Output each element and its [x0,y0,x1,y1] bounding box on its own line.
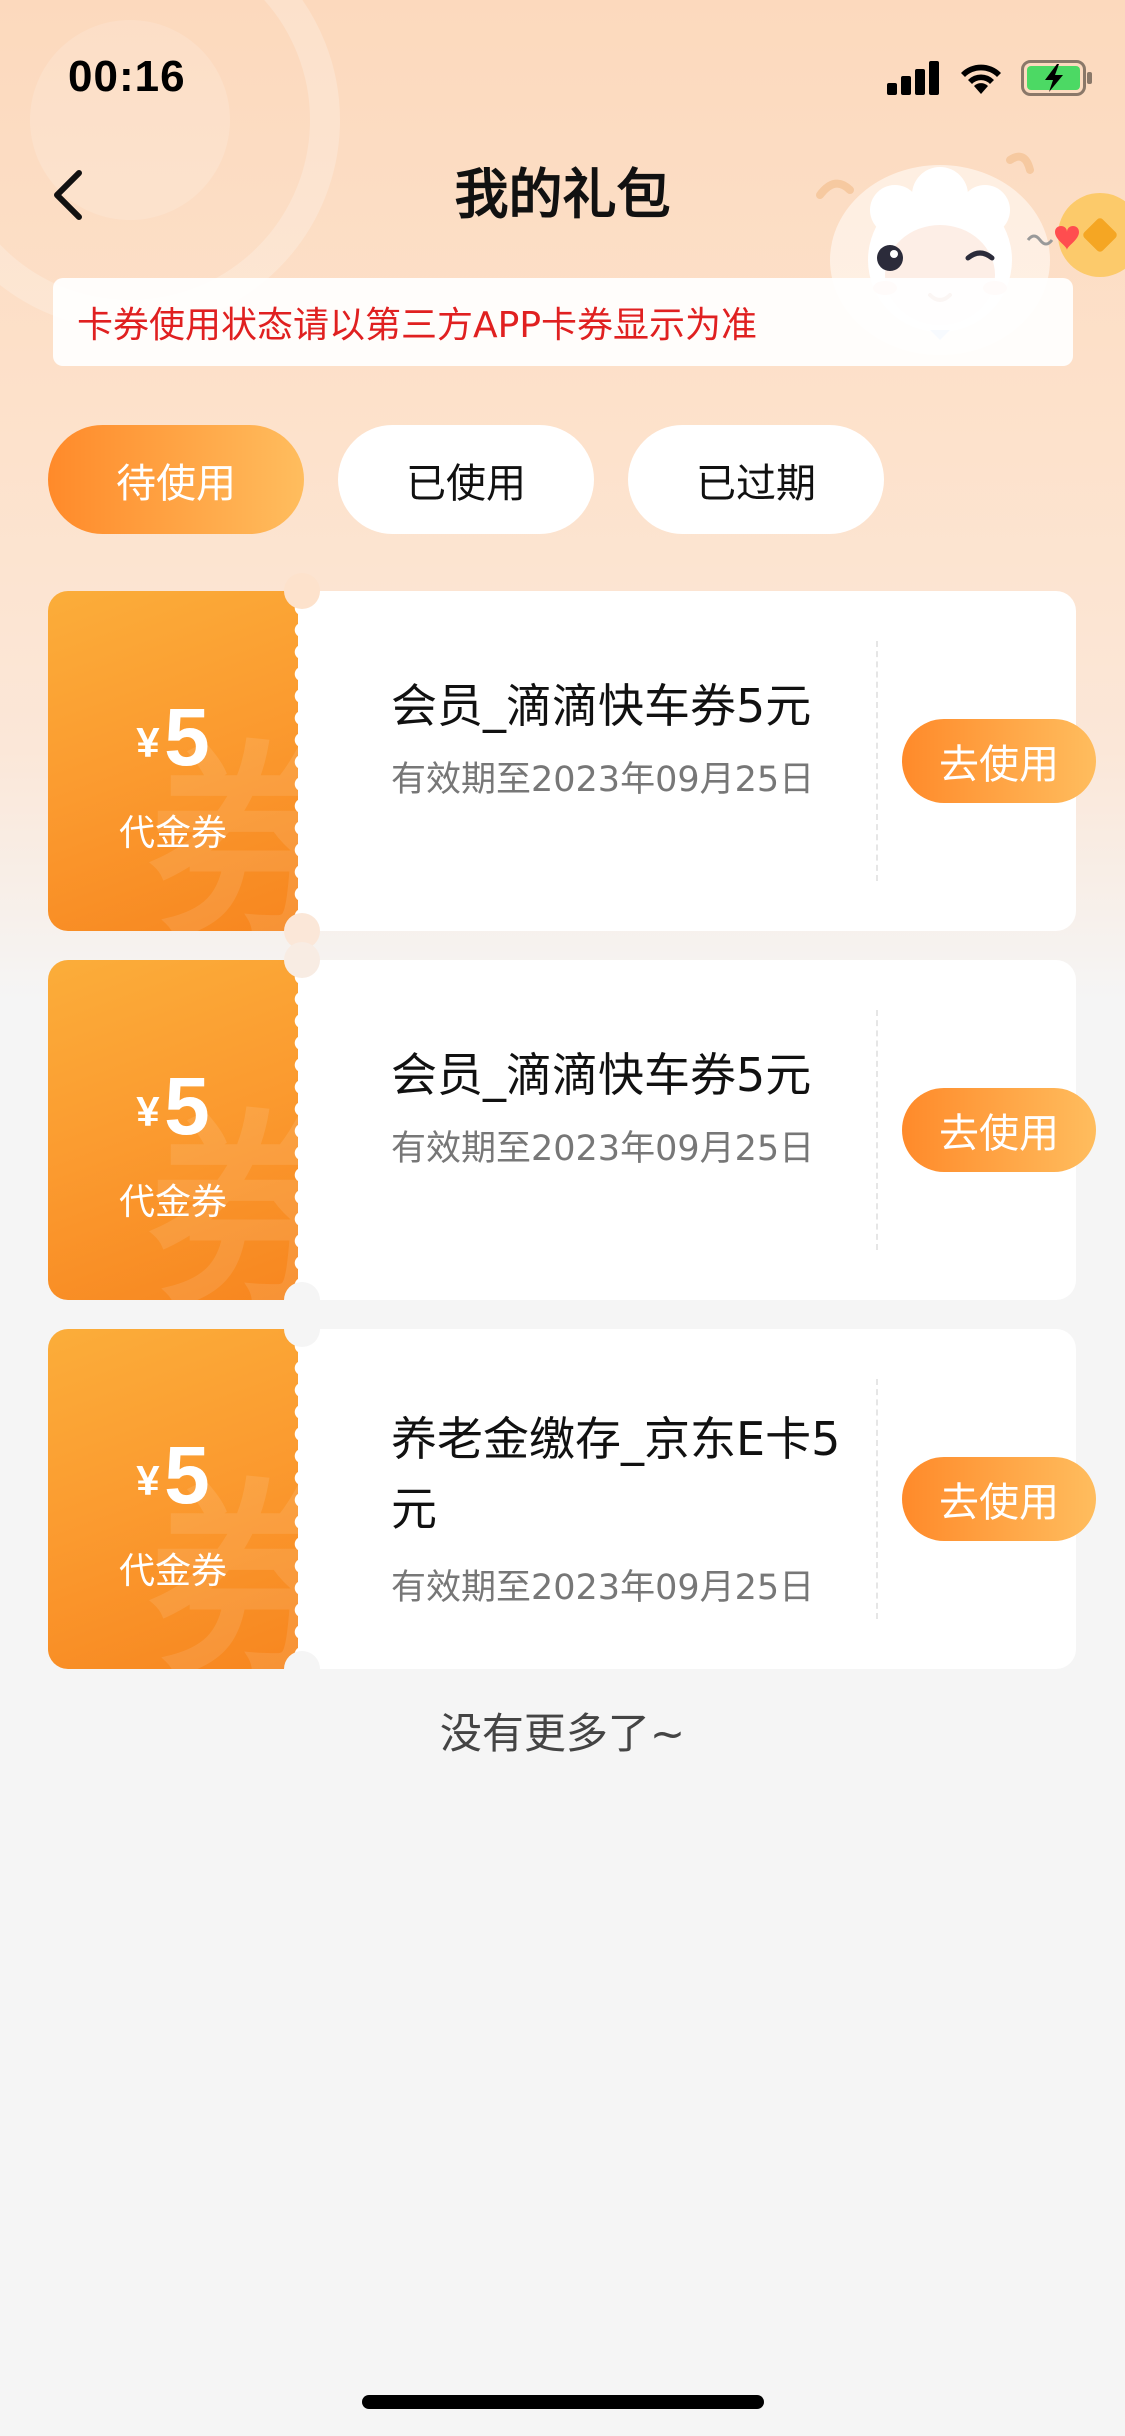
dashed-divider [876,1379,878,1619]
ticket-notch [284,573,320,609]
use-coupon-button[interactable]: 去使用 [902,719,1096,803]
amount-value: 5 [164,1430,210,1521]
coupon-type-label: 代金券 [118,813,227,854]
coupon-value-panel: 券 ¥ 5 代金券 [48,1329,298,1669]
coupon-title: 养老金缴存_京东E卡5元 [391,1412,841,1536]
wifi-icon [961,64,1001,94]
use-coupon-button[interactable]: 去使用 [902,1457,1096,1541]
coupon-expiry: 有效期至2023年09月25日 [391,760,815,800]
tab-pending[interactable]: 待使用 [48,425,304,534]
notice-text: 卡券使用状态请以第三方APP卡券显示为准 [77,305,758,346]
battery-charging-icon [1021,60,1092,96]
coupon-card: 券 ¥ 5 代金券 会员_滴滴快车券5元 有效期至2023年09月25日 去使用 [48,573,1096,949]
coupon-title: 会员_滴滴快车券5元 [391,679,812,733]
notice-banner: 卡券使用状态请以第三方APP卡券显示为准 [53,278,1073,366]
currency-symbol: ¥ [136,719,160,766]
dashed-divider [876,641,878,881]
home-indicator [362,2395,764,2409]
status-bar: 00:16 [0,0,1125,150]
dashed-divider [876,1010,878,1250]
coupon-expiry: 有效期至2023年09月25日 [391,1568,815,1608]
coupon-title: 会员_滴滴快车券5元 [391,1048,812,1102]
end-of-list-text: 没有更多了~ [439,1709,686,1758]
gift-package-page: 00:16 我的礼包 卡券使用状态请以第三方APP卡券显示为准 待使用 已使用 … [0,0,1125,2436]
tab-used[interactable]: 已使用 [338,425,594,534]
amount-value: 5 [164,1061,210,1152]
coupon-detail-panel: 会员_滴滴快车券5元 有效期至2023年09月25日 去使用 [298,960,1096,1300]
amount-value: 5 [164,692,210,783]
ticket-notch [284,1311,320,1347]
mascot-sheep-icon [816,152,1125,355]
coupon-amount: ¥ 5 [48,1060,298,1154]
ticket-notch [284,1651,320,1687]
tab-expired[interactable]: 已过期 [628,425,884,534]
coupon-amount: ¥ 5 [48,691,298,785]
ticket-notch [284,942,320,978]
status-time: 00:16 [68,52,186,101]
coupon-card: 券 ¥ 5 代金券 会员_滴滴快车券5元 有效期至2023年09月25日 去使用 [48,942,1096,1318]
coupon-value-panel: 券 ¥ 5 代金券 [48,960,298,1300]
coupon-type-label: 代金券 [118,1182,227,1223]
coupon-detail-panel: 养老金缴存_京东E卡5元 有效期至2023年09月25日 去使用 [298,1329,1096,1669]
currency-symbol: ¥ [136,1088,160,1135]
coupon-expiry: 有效期至2023年09月25日 [391,1129,815,1169]
use-coupon-button[interactable]: 去使用 [902,1088,1096,1172]
coupon-amount: ¥ 5 [48,1429,298,1523]
currency-symbol: ¥ [136,1457,160,1504]
coupon-value-panel: 券 ¥ 5 代金券 [48,591,298,931]
coupon-type-label: 代金券 [118,1551,227,1592]
status-tabs: 待使用 已使用 已过期 [48,425,884,534]
coupon-detail-panel: 会员_滴滴快车券5元 有效期至2023年09月25日 去使用 [298,591,1096,931]
status-icons [887,60,1093,96]
coupon-card: 券 ¥ 5 代金券 养老金缴存_京东E卡5元 有效期至2023年09月25日 去… [48,1311,1096,1687]
signal-icon [887,61,939,95]
